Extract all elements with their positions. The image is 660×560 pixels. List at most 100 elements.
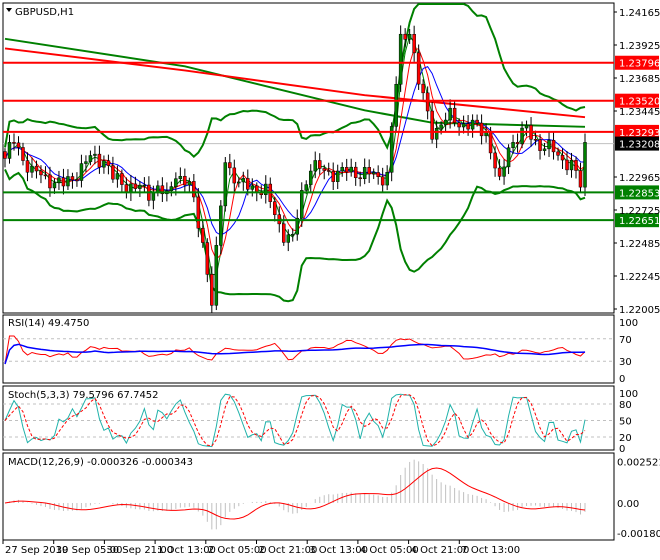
trading-chart[interactable]: 1.237961.235201.232931.228531.226511.232… [0, 0, 660, 560]
level-label: 1.22651 [619, 216, 660, 227]
candle-body [187, 181, 192, 186]
candle-body [169, 186, 174, 192]
price-tick-label: 1.22245 [619, 272, 660, 283]
candle-body [317, 160, 322, 169]
price-tick-label: 1.23925 [619, 41, 660, 52]
candle-body [178, 176, 183, 179]
candle-body [246, 178, 250, 190]
candle-body [313, 160, 317, 172]
candle-body [93, 153, 97, 156]
rsi-tick-label: 30 [619, 357, 632, 368]
rsi-tick-label: 0 [619, 374, 625, 385]
stoch-tick-label: 80 [619, 400, 632, 411]
price-tick-label: 1.24165 [619, 8, 660, 19]
candle-body [223, 162, 228, 207]
candle-body [430, 110, 434, 140]
candle-body [12, 142, 16, 144]
candle-body [583, 142, 587, 188]
candle-body [479, 122, 484, 137]
candle-body [138, 184, 142, 189]
candle-body [156, 185, 160, 193]
price-tick-label: 1.22965 [619, 173, 660, 184]
candle-body [385, 172, 389, 186]
candle-body [308, 170, 313, 185]
current-price-label: 1.23208 [619, 140, 660, 151]
candle-body [533, 139, 538, 141]
candle-body [97, 153, 102, 168]
candle-body [214, 245, 219, 306]
candle-body [286, 234, 291, 243]
candle-body [565, 159, 569, 171]
rsi-panel[interactable]: 100 70 30 0 [2, 314, 638, 385]
candle-body [111, 165, 115, 180]
level-label: 1.22853 [619, 188, 660, 199]
stoch-tick-label: 50 [619, 417, 632, 428]
main-price-panel[interactable]: 1.237961.235201.232931.228531.226511.232… [2, 2, 660, 316]
candle-body [241, 178, 246, 183]
macd-tick-label: 0.00 [617, 499, 639, 510]
candle-body [331, 171, 335, 182]
candle-body [25, 160, 30, 173]
candle-body [538, 139, 542, 151]
candle-body [515, 142, 520, 145]
candle-body [367, 167, 371, 175]
candle-body [452, 107, 457, 123]
price-tick-label: 1.23685 [619, 74, 660, 85]
candle-body [542, 148, 547, 151]
candle-body [569, 159, 574, 171]
candle-body [506, 147, 511, 168]
candle-body [511, 142, 515, 149]
candle-body [232, 167, 237, 184]
candle-body [205, 242, 210, 275]
candle-body [174, 178, 178, 187]
candle-body [407, 33, 412, 40]
time-label: 7 Oct 13:00 [461, 545, 520, 556]
candle-body [250, 185, 255, 190]
candle-body [43, 174, 48, 177]
candle-body [61, 177, 66, 187]
candle-body [457, 122, 461, 128]
candle-body [439, 124, 443, 129]
candle-body [120, 173, 124, 185]
candle-body [210, 274, 214, 306]
candle-body [30, 165, 34, 173]
candle-body [466, 123, 470, 130]
candle-body [547, 139, 551, 150]
stoch-label: Stoch(5,3,3) 79.5796 67.7452 [8, 390, 159, 401]
candle-body [106, 160, 111, 166]
candle-body [551, 139, 556, 153]
candle-body [79, 163, 84, 181]
candle-body [282, 223, 286, 243]
candle-body [344, 167, 349, 173]
candle-body [376, 172, 380, 178]
symbol-title: GBPUSD,H1 [15, 7, 74, 18]
candle-body [470, 119, 475, 130]
candle-body [133, 183, 138, 189]
candle-body [3, 151, 7, 159]
candle-body [201, 228, 205, 243]
candle-body [349, 166, 353, 173]
candle-body [443, 119, 448, 126]
candle-body [425, 92, 430, 112]
candle-body [52, 182, 57, 189]
candle-body [84, 161, 88, 164]
candle-body [75, 179, 79, 182]
candle-body [421, 83, 425, 94]
rsi-label: RSI(14) 49.4750 [8, 318, 89, 329]
candle-body [326, 170, 331, 172]
candle-body [291, 233, 295, 236]
candle-body [398, 33, 403, 85]
candle-body [192, 181, 196, 198]
candle-body [416, 52, 421, 85]
candle-body [39, 170, 43, 176]
candle-body [578, 170, 583, 188]
candle-body [502, 166, 506, 177]
stoch-tick-label: 100 [619, 389, 638, 400]
candle-body [475, 119, 479, 124]
candle-body [560, 155, 565, 161]
candle-body [358, 177, 362, 180]
price-tick-label: 1.22485 [619, 239, 660, 250]
candle-body [196, 196, 201, 229]
candle-body [412, 33, 416, 54]
candle-body [219, 205, 223, 246]
